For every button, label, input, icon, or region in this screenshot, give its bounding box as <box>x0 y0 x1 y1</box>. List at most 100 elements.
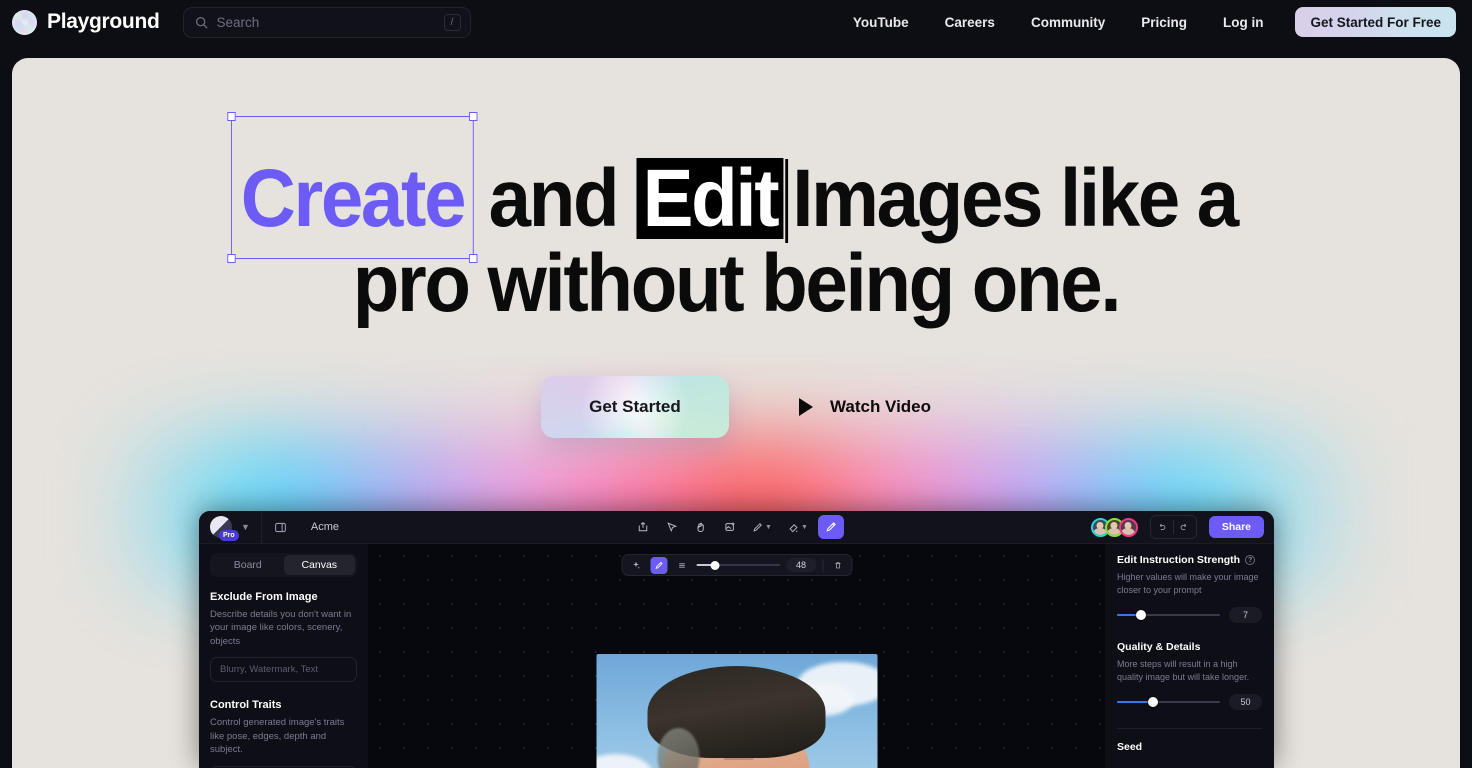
nav-link-careers[interactable]: Careers <box>927 15 1013 30</box>
divider <box>1117 728 1262 730</box>
headline-word-edit: Edit <box>636 157 784 240</box>
brush-pencil-icon[interactable] <box>649 556 667 574</box>
collaborator-avatars <box>1090 517 1138 537</box>
top-navigation-bar: Playground Search / YouTube Careers Comm… <box>0 0 1472 44</box>
portrait-hair-grey <box>657 728 700 768</box>
cloud <box>596 754 652 768</box>
search-icon <box>195 16 208 29</box>
left-settings-panel: Board Canvas Exclude From Image Describe… <box>199 544 368 768</box>
text-caret <box>785 159 789 243</box>
edit-strength-slider[interactable] <box>1117 610 1220 621</box>
section-title: Control Traits <box>210 699 282 712</box>
section-description: Describe details you don't want in your … <box>210 609 352 647</box>
setting-title-seed: Seed <box>1117 741 1143 754</box>
headline-line-1: Create and Edit Images like a <box>63 112 1410 264</box>
brush-size-slider[interactable] <box>695 557 780 574</box>
hand-pan-icon[interactable] <box>688 515 714 539</box>
slider-knob[interactable] <box>709 560 719 570</box>
watch-video-button[interactable]: Watch Video <box>798 397 932 417</box>
undo-redo-group <box>1149 515 1197 539</box>
exclude-from-image-input[interactable]: Blurry, Watermark, Text <box>210 657 357 683</box>
chevron-down-icon: ▼ <box>765 523 772 531</box>
slider-knob[interactable] <box>1135 610 1146 621</box>
redo-arrow-icon[interactable] <box>1174 516 1196 538</box>
brush-toolbar: 48 <box>620 554 853 576</box>
setting-edit-instruction-strength: Edit Instruction Strength ? Higher value… <box>1117 554 1262 624</box>
image-add-icon[interactable] <box>717 515 743 539</box>
quality-details-slider[interactable] <box>1117 697 1220 708</box>
cursor-select-icon[interactable] <box>659 515 685 539</box>
setting-slider-row: 7 <box>1117 607 1262 624</box>
page-title: Create and Edit Images like a pro without… <box>63 58 1410 329</box>
brush-size-value: 48 <box>785 558 817 572</box>
headline-line-2: pro without being one. <box>352 238 1122 329</box>
pencil-draw-icon[interactable]: ▼ <box>746 515 779 539</box>
board-canvas-tabs: Board Canvas <box>210 553 357 577</box>
slider-knob[interactable] <box>1147 697 1158 708</box>
divider <box>260 511 262 544</box>
panel-toggle-icon[interactable] <box>274 521 287 534</box>
setting-description: More steps will result in a high quality… <box>1117 659 1250 683</box>
plan-badge: Pro <box>219 529 239 541</box>
canvas-area[interactable]: 48 <box>368 544 1105 768</box>
question-circle-icon[interactable]: ? <box>1245 555 1256 565</box>
tab-canvas[interactable]: Canvas <box>283 555 355 575</box>
iridescent-disc-logo-icon <box>12 9 37 35</box>
workspace-name[interactable]: Acme <box>311 521 339 533</box>
avatar[interactable] <box>1118 517 1138 537</box>
chevron-down-icon[interactable]: ▼ <box>241 522 250 532</box>
undo-arrow-icon[interactable] <box>1151 516 1173 538</box>
app-tool-palette: ▼ ▼ <box>630 511 844 543</box>
play-triangle-icon <box>798 398 813 417</box>
brand-name: Playground <box>47 10 160 33</box>
setting-slider-row: 50 <box>1117 694 1262 711</box>
headline-word-create: Create <box>227 112 478 264</box>
quality-details-value: 50 <box>1229 694 1262 711</box>
headline-rest: Images like a <box>792 153 1239 244</box>
magic-edit-icon[interactable] <box>817 515 844 539</box>
chevron-down-icon: ▼ <box>801 523 808 531</box>
section-description: Control generated image's traits like po… <box>210 717 345 756</box>
section-title: Exclude From Image <box>210 591 318 603</box>
nav-link-community[interactable]: Community <box>1013 15 1123 30</box>
nav-link-pricing[interactable]: Pricing <box>1123 15 1205 30</box>
watch-video-label: Watch Video <box>829 397 932 417</box>
app-body: Board Canvas Exclude From Image Describe… <box>199 544 1274 768</box>
setting-title: Edit Instruction Strength ? <box>1117 554 1262 566</box>
edit-strength-value: 7 <box>1229 607 1262 624</box>
setting-description: Higher values will make your image close… <box>1117 572 1259 596</box>
setting-title: Quality & Details <box>1117 641 1201 654</box>
brand[interactable]: Playground <box>12 9 160 35</box>
headline-word-and: and <box>488 153 620 244</box>
app-toolbar-right: Share <box>1090 515 1274 539</box>
sparkle-icon[interactable] <box>627 557 644 574</box>
nav-link-youtube[interactable]: YouTube <box>835 15 927 30</box>
get-started-for-free-button[interactable]: Get Started For Free <box>1295 7 1456 37</box>
section-exclude-from-image: Exclude From Image Describe details you … <box>210 591 357 683</box>
brush-style-lines-icon[interactable] <box>673 557 690 574</box>
tab-board[interactable]: Board <box>212 555 284 575</box>
slider-fill <box>1117 700 1153 704</box>
right-settings-panel: Edit Instruction Strength ? Higher value… <box>1105 544 1274 768</box>
eraser-fill-icon[interactable]: ▼ <box>782 515 815 539</box>
selection-handle-top-right[interactable] <box>468 112 478 121</box>
trash-icon[interactable] <box>829 557 846 574</box>
setting-quality-details: Quality & Details More steps will result… <box>1117 641 1262 711</box>
hero-cta-row: Get Started Watch Video <box>12 376 1460 439</box>
share-button[interactable]: Share <box>1208 516 1264 538</box>
frame-upload-icon[interactable] <box>630 515 656 539</box>
nav-link-login[interactable]: Log in <box>1205 15 1282 30</box>
app-window-screenshot: Pro ▼ Acme ▼ ▼ Share Board Canvas Exclud… <box>199 511 1274 768</box>
selection-handle-top-left[interactable] <box>227 112 237 121</box>
nav-links: YouTube Careers Community Pricing Log in… <box>835 7 1456 37</box>
divider <box>822 558 824 572</box>
playground-mark-icon[interactable]: Pro <box>210 516 239 541</box>
get-started-button[interactable]: Get Started <box>540 376 729 439</box>
portrait-hair <box>647 666 826 768</box>
search-input[interactable]: Search / <box>182 6 471 38</box>
app-toolbar-left: Pro ▼ Acme <box>199 511 339 544</box>
app-toolbar: Pro ▼ Acme ▼ ▼ Share <box>199 511 1274 544</box>
search-shortcut-key: / <box>443 13 461 31</box>
canvas-image[interactable] <box>596 654 877 768</box>
search-placeholder: Search <box>216 14 260 30</box>
